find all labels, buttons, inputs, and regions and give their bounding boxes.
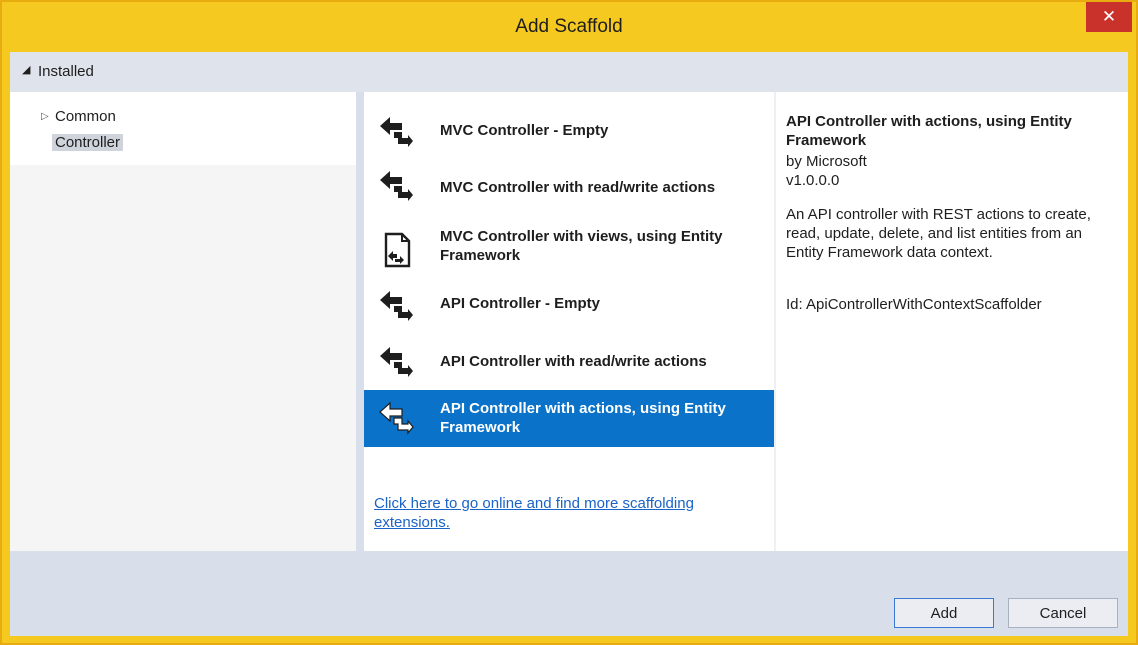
controller-icon [380, 171, 413, 201]
controller-icon [380, 117, 413, 147]
dialog-body: ◢ Installed ▷ Common Controller MVC Cont… [10, 52, 1128, 636]
title-bar[interactable]: Add Scaffold ✕ [2, 2, 1136, 52]
dialog-window: Add Scaffold ✕ ◢ Installed ▷ Common Cont… [0, 0, 1138, 645]
list-item-mvc-read-write[interactable]: MVC Controller with read/write actions [364, 160, 774, 214]
item-label: MVC Controller - Empty [440, 122, 609, 139]
detail-author: by Microsoft [786, 153, 867, 170]
detail-title: API Controller with actions, using Entit… [786, 113, 1072, 149]
scaffold-list: MVC Controller - Empty MVC Controller wi… [364, 92, 774, 551]
collapse-arrow-icon[interactable]: ◢ [22, 63, 30, 76]
view-controller-icon [384, 232, 411, 268]
cancel-button[interactable]: Cancel [1008, 598, 1118, 628]
item-label: MVC Controller with views, using Entity … [440, 228, 723, 264]
list-item-mvc-views-ef[interactable]: MVC Controller with views, using Entity … [364, 216, 774, 278]
tree-item-label: Controller [55, 134, 121, 151]
category-tree: ▷ Common Controller [10, 92, 356, 551]
tree-background [10, 92, 356, 165]
list-item-api-empty[interactable]: API Controller - Empty [364, 280, 774, 334]
list-item-api-actions-ef[interactable]: API Controller with actions, using Entit… [364, 390, 774, 447]
item-label: API Controller with actions, using Entit… [440, 400, 726, 436]
add-button[interactable]: Add [894, 598, 994, 628]
online-extensions-link[interactable]: Click here to go online and find more sc… [374, 494, 766, 532]
controller-icon [380, 347, 413, 377]
expand-arrow-icon[interactable]: ▷ [41, 111, 49, 122]
list-item-mvc-empty[interactable]: MVC Controller - Empty [364, 106, 774, 160]
controller-icon [379, 401, 414, 435]
item-label: MVC Controller with read/write actions [440, 179, 716, 196]
list-item-api-read-write[interactable]: API Controller with read/write actions [364, 336, 774, 388]
tree-item-controller[interactable]: Controller [52, 134, 124, 151]
installed-header[interactable]: ◢ Installed [10, 52, 1128, 92]
dialog-title: Add Scaffold [515, 16, 623, 37]
close-button[interactable]: ✕ [1086, 2, 1132, 32]
item-label: API Controller with read/write actions [440, 353, 707, 370]
detail-description: An API controller with REST actions to c… [786, 206, 1091, 261]
controller-icon [380, 291, 413, 321]
details-pane: API Controller with actions, using Entit… [776, 92, 1128, 551]
tree-item-common[interactable]: ▷ Common [41, 108, 116, 125]
item-label: API Controller - Empty [440, 295, 601, 312]
tree-item-label: Common [55, 108, 116, 125]
detail-id: Id: ApiControllerWithContextScaffolder [786, 296, 1042, 313]
detail-version: v1.0.0.0 [786, 172, 840, 189]
installed-label: Installed [38, 63, 94, 80]
